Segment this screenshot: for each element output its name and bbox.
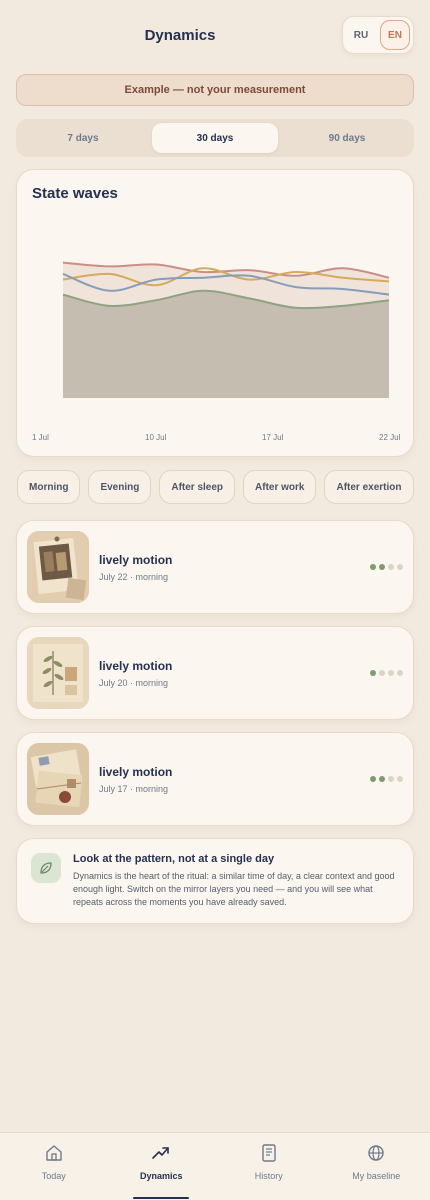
trend-icon (152, 1147, 170, 1159)
level-dot (370, 670, 376, 676)
entry-card[interactable]: lively motion July 22 · morning (16, 520, 414, 614)
level-dot (379, 776, 385, 782)
active-indicator (133, 1197, 190, 1199)
entry-card[interactable]: lively motion July 17 · morning (16, 732, 414, 826)
lang-en-button[interactable]: EN (380, 20, 410, 50)
entry-level-dots (370, 564, 403, 570)
filter-after-sleep[interactable]: After sleep (159, 470, 236, 504)
tip-text: Dynamics is the heart of the ritual: a s… (73, 871, 395, 907)
language-switch: RU EN (342, 16, 414, 54)
leaf-icon (31, 853, 61, 883)
entry-card[interactable]: lively motion July 20 · morning (16, 626, 414, 720)
tab-30-days[interactable]: 30 days (152, 123, 278, 153)
level-dot (388, 564, 394, 570)
entry-thumbnail (27, 743, 89, 815)
level-dot (397, 670, 403, 676)
level-dot (379, 564, 385, 570)
filter-chips: Morning Evening After sleep After work A… (17, 470, 417, 504)
x-tick-label: 22 Jul (379, 433, 401, 442)
tab-7-days[interactable]: 7 days (20, 123, 146, 153)
x-tick-label: 17 Jul (262, 433, 284, 442)
nav-label: Today (41, 1171, 66, 1181)
home-icon (46, 1145, 62, 1161)
nav-dynamics[interactable]: Dynamics (108, 1133, 216, 1200)
nav-history[interactable]: History (215, 1133, 323, 1200)
entry-date: July 20 · morning (99, 678, 169, 688)
level-dot (397, 564, 403, 570)
entry-level-dots (370, 670, 403, 676)
x-tick-label: 10 Jul (145, 433, 167, 442)
entry-thumbnail (27, 531, 89, 603)
filter-after-work[interactable]: After work (243, 470, 317, 504)
entry-thumbnail (27, 637, 89, 709)
entry-date: July 22 · morning (99, 572, 169, 582)
entry-date: July 17 · morning (99, 784, 169, 794)
nav-my-baseline[interactable]: My baseline (323, 1133, 430, 1200)
entry-title: lively motion (99, 765, 173, 779)
entry-level-dots (370, 776, 403, 782)
page-title: Dynamics (144, 27, 216, 44)
tip-card: Look at the pattern, not at a single day… (16, 838, 414, 924)
nav-label: History (254, 1171, 283, 1181)
nav-today[interactable]: Today (0, 1133, 108, 1200)
nav-label: My baseline (352, 1171, 401, 1181)
state-waves-chart: 1 Jul 10 Jul 17 Jul 22 Jul (32, 261, 401, 442)
period-tabs: 7 days 30 days 90 days (16, 119, 414, 157)
filter-after-exertion[interactable]: After exertion (324, 470, 414, 504)
book-icon (262, 1144, 276, 1162)
x-tick-label: 1 Jul (32, 433, 49, 442)
entry-title: lively motion (99, 659, 173, 673)
level-dot (397, 776, 403, 782)
globe-icon (368, 1145, 384, 1161)
entry-title: lively motion (99, 553, 173, 567)
filter-evening[interactable]: Evening (88, 470, 152, 504)
example-banner: Example — not your measurement (16, 74, 414, 106)
tip-title: Look at the pattern, not at a single day (73, 853, 275, 865)
bottom-nav: Today Dynamics History My baseline (0, 1132, 430, 1200)
lang-ru-button[interactable]: RU (346, 20, 376, 50)
level-dot (370, 776, 376, 782)
level-dot (388, 776, 394, 782)
header: Dynamics RU EN (0, 0, 430, 74)
level-dot (370, 564, 376, 570)
filter-morning[interactable]: Morning (17, 470, 81, 504)
state-waves-card: State waves 1 Jul 10 Jul 17 Jul 22 Jul (16, 169, 414, 457)
level-dot (379, 670, 385, 676)
tab-90-days[interactable]: 90 days (284, 123, 410, 153)
level-dot (388, 670, 394, 676)
nav-label: Dynamics (139, 1171, 183, 1181)
